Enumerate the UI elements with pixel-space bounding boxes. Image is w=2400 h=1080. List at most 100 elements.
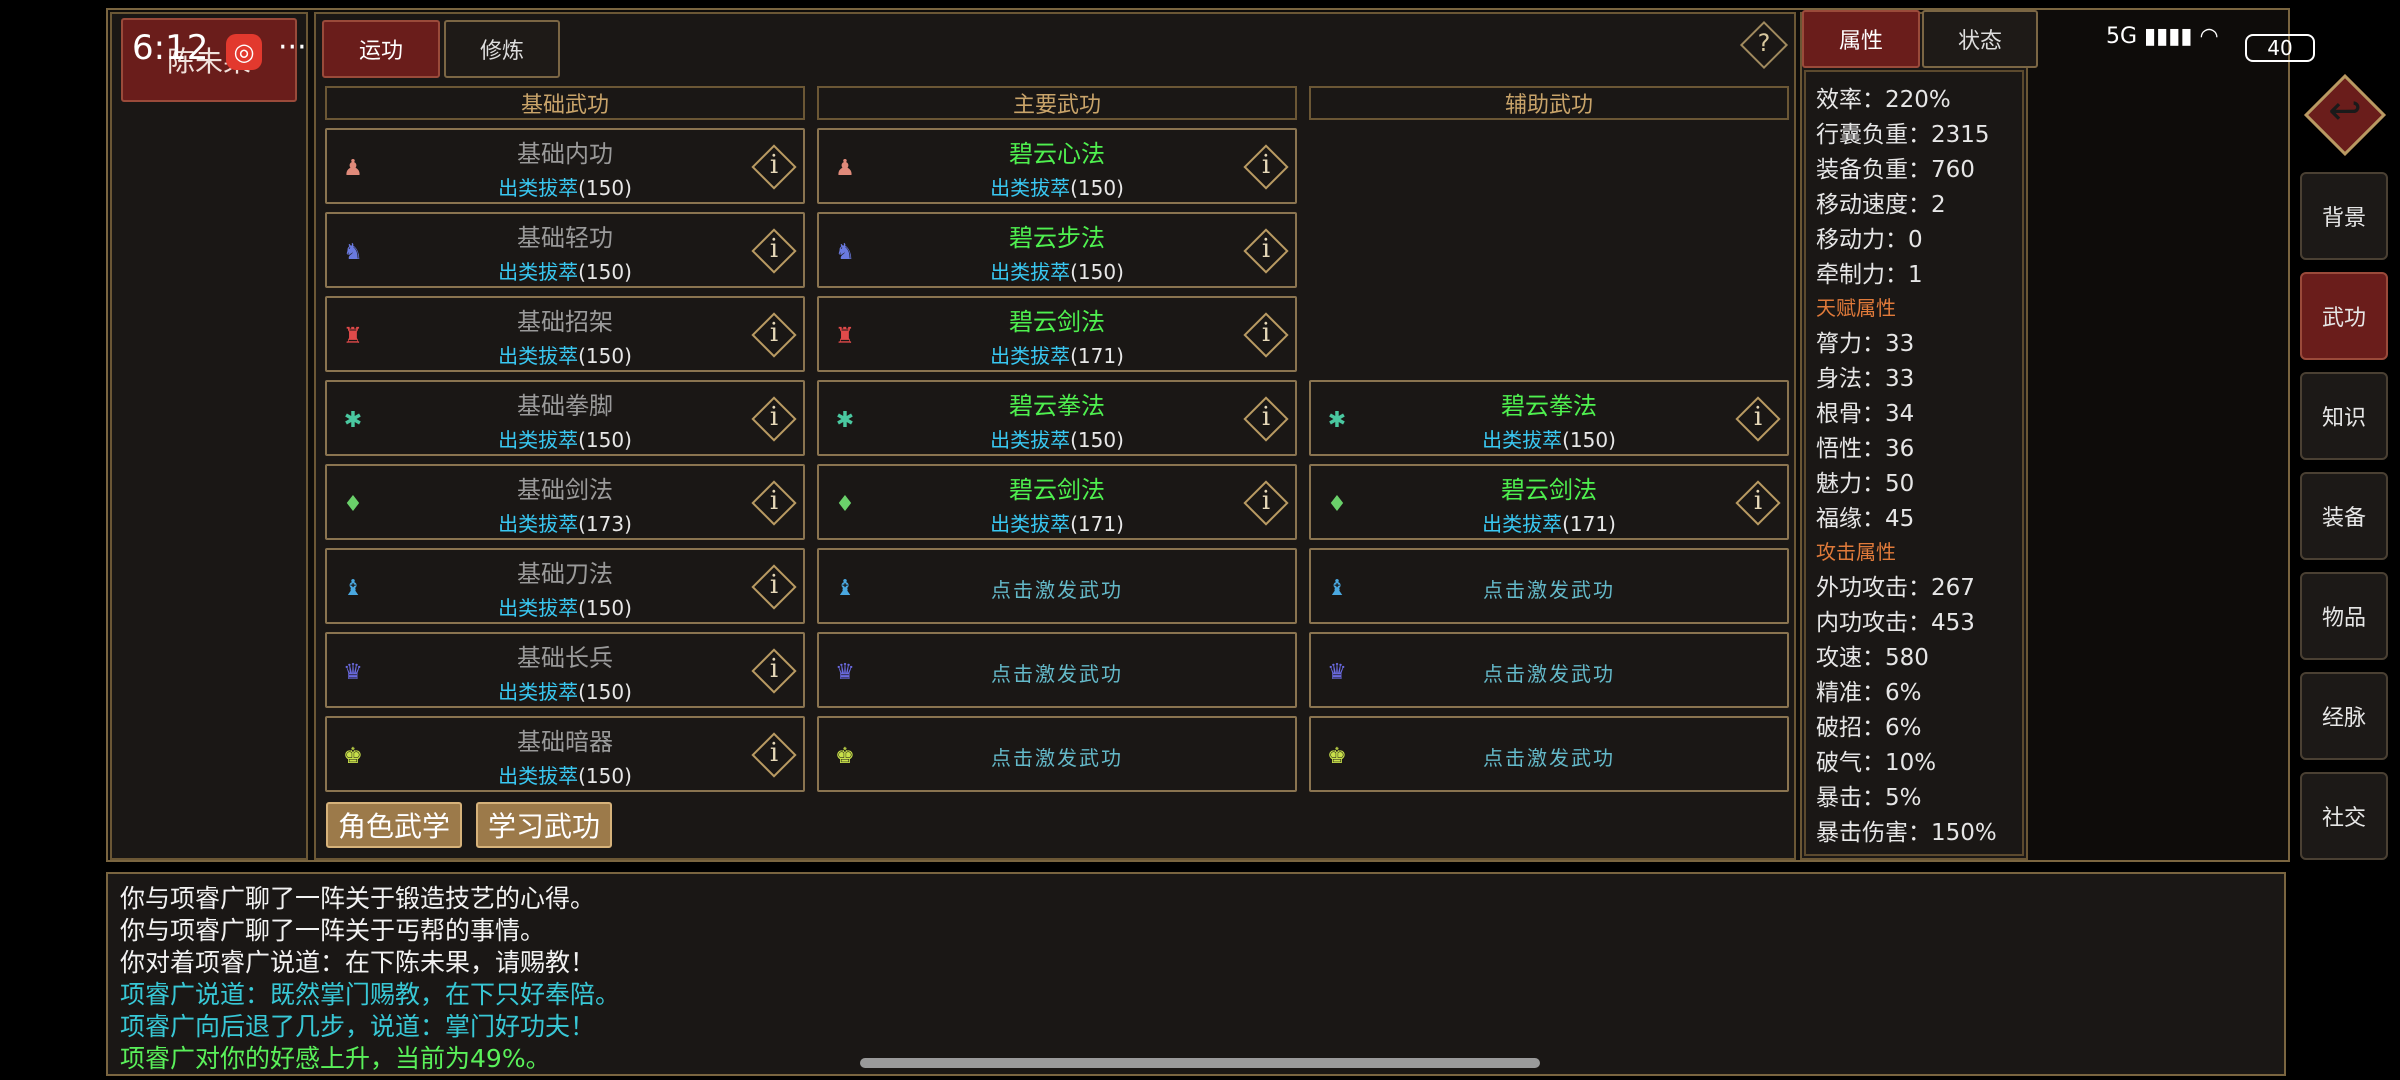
app-badge-icon: ◎ [226, 34, 262, 70]
tab-status[interactable]: 状态 [1922, 10, 2038, 68]
info-button[interactable]: i [751, 480, 797, 526]
activate-martial-label: 点击激发武功 [1483, 746, 1615, 770]
martial-name: 基础拳脚 [517, 392, 613, 420]
side-nav-item[interactable]: 武功 [2300, 272, 2388, 360]
info-icon: i [1261, 150, 1271, 180]
attribute-value: 33 [1885, 331, 1915, 357]
activate-martial-label: 点击激发武功 [991, 578, 1123, 602]
martial-slot[interactable]: ♝ 点击激发武功 [1309, 548, 1789, 624]
home-indicator[interactable] [860, 1058, 1540, 1068]
level-rank: 出类拔萃 [990, 344, 1071, 368]
level-value: (150) [578, 428, 632, 452]
martial-slot[interactable]: ✱ 基础拳脚 出类拔萃(150) i [325, 380, 805, 456]
more-icon: ··· [278, 30, 307, 65]
attribute-row: 根骨：34 [1816, 394, 1914, 428]
role-martial-button[interactable]: 角色武学 [326, 802, 462, 848]
column-aux: 辅助武功 [1309, 86, 1789, 120]
level-value: (150) [578, 680, 632, 704]
attribute-row: 福缘：45 [1816, 499, 1914, 533]
side-nav-item[interactable]: 经脉 [2300, 672, 2388, 760]
attribute-list[interactable]: 效率：220% 行囊负重：2315 装备负重：760 移动速度：2 移动力：0 牵制力：1… [1804, 70, 2024, 856]
info-icon: i [1753, 402, 1763, 432]
info-button[interactable]: i [1243, 396, 1289, 442]
attribute-row: 移动力：0 [1816, 220, 1923, 254]
attribute-value: 45 [1885, 506, 1915, 532]
martial-level: 出类拔萃(150) [327, 424, 803, 453]
martial-name: 碧云剑法 [1009, 476, 1105, 504]
martial-slot[interactable]: ♞ 碧云步法 出类拔萃(150) i [817, 212, 1297, 288]
martial-name: 碧云心法 [1009, 140, 1105, 168]
log-line: 项睿广对你的好感上升，当前为49%。 [120, 1044, 551, 1073]
martial-slot[interactable]: ♜ 基础招架 出类拔萃(150) i [325, 296, 805, 372]
martial-slot[interactable]: ♦ 碧云剑法 出类拔萃(171) i [1309, 464, 1789, 540]
martial-slot[interactable]: ♝ 点击激发武功 [817, 548, 1297, 624]
martial-slot[interactable]: ♟ 碧云心法 出类拔萃(150) i [817, 128, 1297, 204]
side-nav-item[interactable]: 物品 [2300, 572, 2388, 660]
level-value: (150) [578, 764, 632, 788]
info-button[interactable]: i [751, 144, 797, 190]
info-button[interactable]: i [1243, 312, 1289, 358]
martial-slot[interactable]: ♚ 点击激发武功 [1309, 716, 1789, 792]
info-icon: i [769, 150, 779, 180]
level-value: (150) [1070, 176, 1124, 200]
martial-level: 出类拔萃(150) [327, 676, 803, 705]
info-icon: i [769, 318, 779, 348]
martial-slot[interactable]: ♛ 基础长兵 出类拔萃(150) i [325, 632, 805, 708]
info-icon: i [1261, 318, 1271, 348]
side-nav-item[interactable]: 社交 [2300, 772, 2388, 860]
info-button[interactable]: i [1243, 144, 1289, 190]
side-nav-item[interactable]: 装备 [2300, 472, 2388, 560]
side-nav-item[interactable]: 背景 [2300, 172, 2388, 260]
learn-martial-button[interactable]: 学习武功 [476, 802, 612, 848]
level-value: (150) [578, 176, 632, 200]
martial-slot[interactable]: ♛ 点击激发武功 [1309, 632, 1789, 708]
info-icon: i [769, 570, 779, 600]
attribute-value: 580 [1885, 645, 1929, 671]
level-value: (150) [1070, 260, 1124, 284]
tab-xiulian[interactable]: 修炼 [444, 20, 560, 78]
attribute-row: 效率：220% [1816, 80, 1951, 114]
level-rank: 出类拔萃 [498, 428, 579, 452]
martial-slot[interactable]: ♟ 基础内功 出类拔萃(150) i [325, 128, 805, 204]
info-button[interactable]: i [751, 648, 797, 694]
attribute-label: 牵制力： [1816, 262, 1908, 288]
attribute-value: 760 [1931, 157, 1975, 183]
martial-slot[interactable]: ✱ 碧云拳法 出类拔萃(150) i [1309, 380, 1789, 456]
tab-yungong[interactable]: 运功 [322, 20, 440, 78]
martial-slot[interactable]: ♚ 点击激发武功 [817, 716, 1297, 792]
info-button[interactable]: i [1243, 480, 1289, 526]
info-button[interactable]: i [1735, 480, 1781, 526]
martial-level: 出类拔萃(150) [327, 340, 803, 369]
left-panel [110, 12, 308, 860]
tab-attributes[interactable]: 属性 [1802, 10, 1920, 68]
martial-slot[interactable]: ♚ 基础暗器 出类拔萃(150) i [325, 716, 805, 792]
level-rank: 出类拔萃 [990, 512, 1071, 536]
side-nav-item[interactable]: 知识 [2300, 372, 2388, 460]
info-button[interactable]: i [751, 312, 797, 358]
martial-slot[interactable]: ♝ 基础刀法 出类拔萃(150) i [325, 548, 805, 624]
network-indicator: 5G ▮▮▮▮ ◠ [2106, 24, 2219, 49]
info-button[interactable]: i [1243, 228, 1289, 274]
attribute-label: 装备负重： [1816, 157, 1931, 183]
attribute-value: 1 [1908, 262, 1923, 288]
info-button[interactable]: i [751, 396, 797, 442]
info-button[interactable]: i [751, 228, 797, 274]
attribute-value: 267 [1931, 575, 1975, 601]
martial-slot[interactable]: ♦ 碧云剑法 出类拔萃(171) i [817, 464, 1297, 540]
info-button[interactable]: i [751, 732, 797, 778]
level-rank: 出类拔萃 [498, 764, 579, 788]
info-button[interactable]: i [1735, 396, 1781, 442]
log-line: 你对着项睿广说道：在下陈未果，请赐教！ [120, 948, 596, 977]
martial-slot[interactable]: ♞ 基础轻功 出类拔萃(150) i [325, 212, 805, 288]
level-rank: 出类拔萃 [498, 344, 579, 368]
back-button[interactable]: ↩ [2302, 72, 2388, 158]
martial-slot[interactable]: ♜ 碧云剑法 出类拔萃(171) i [817, 296, 1297, 372]
level-rank: 出类拔萃 [498, 260, 579, 284]
attribute-row: 牵制力：1 [1816, 255, 1923, 289]
info-button[interactable]: i [751, 564, 797, 610]
martial-slot[interactable]: ♛ 点击激发武功 [817, 632, 1297, 708]
attribute-label: 身法： [1816, 366, 1885, 392]
martial-slot[interactable]: ✱ 碧云拳法 出类拔萃(150) i [817, 380, 1297, 456]
activate-martial-label: 点击激发武功 [1483, 662, 1615, 686]
martial-slot[interactable]: ♦ 基础剑法 出类拔萃(173) i [325, 464, 805, 540]
